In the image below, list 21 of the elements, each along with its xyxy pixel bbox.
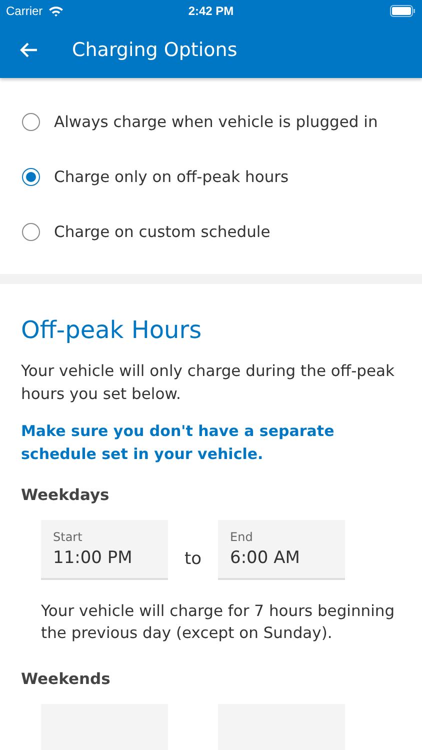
group-heading: Weekdays xyxy=(21,486,110,504)
section-heading: Off-peak Hours xyxy=(21,316,203,344)
status-time: 2:42 PM xyxy=(188,4,234,18)
radio-option[interactable]: Charge only on off-peak hours xyxy=(0,149,422,204)
time-field[interactable]: Start 11:00 PM xyxy=(41,520,168,580)
back-arrow-icon[interactable] xyxy=(20,42,38,58)
group-heading: Weekends xyxy=(21,670,112,688)
description-text: Your vehicle will only charge during the off-peak hours you set below. xyxy=(21,361,396,405)
battery-icon xyxy=(390,5,416,17)
screen-title: Charging Options xyxy=(72,39,238,61)
radio-button[interactable] xyxy=(22,168,40,186)
wifi-icon xyxy=(48,5,64,17)
radio-button[interactable] xyxy=(22,222,40,240)
range-separator: to xyxy=(183,548,203,569)
schedule-note: Your vehicle will charge for 7 hours beginning the previous day (except on Sunday). xyxy=(41,601,396,644)
radio-option[interactable]: Always charge when vehicle is plugged in xyxy=(0,94,422,149)
radio-button[interactable] xyxy=(22,112,40,130)
radio-option[interactable]: Charge on custom schedule xyxy=(0,204,422,259)
carrier-name: Carrier xyxy=(6,4,43,18)
warning-text: Make sure you don't have a separate schedule set in your vehicle. xyxy=(21,421,336,465)
time-field[interactable]: End 6:00 AM xyxy=(218,520,345,580)
